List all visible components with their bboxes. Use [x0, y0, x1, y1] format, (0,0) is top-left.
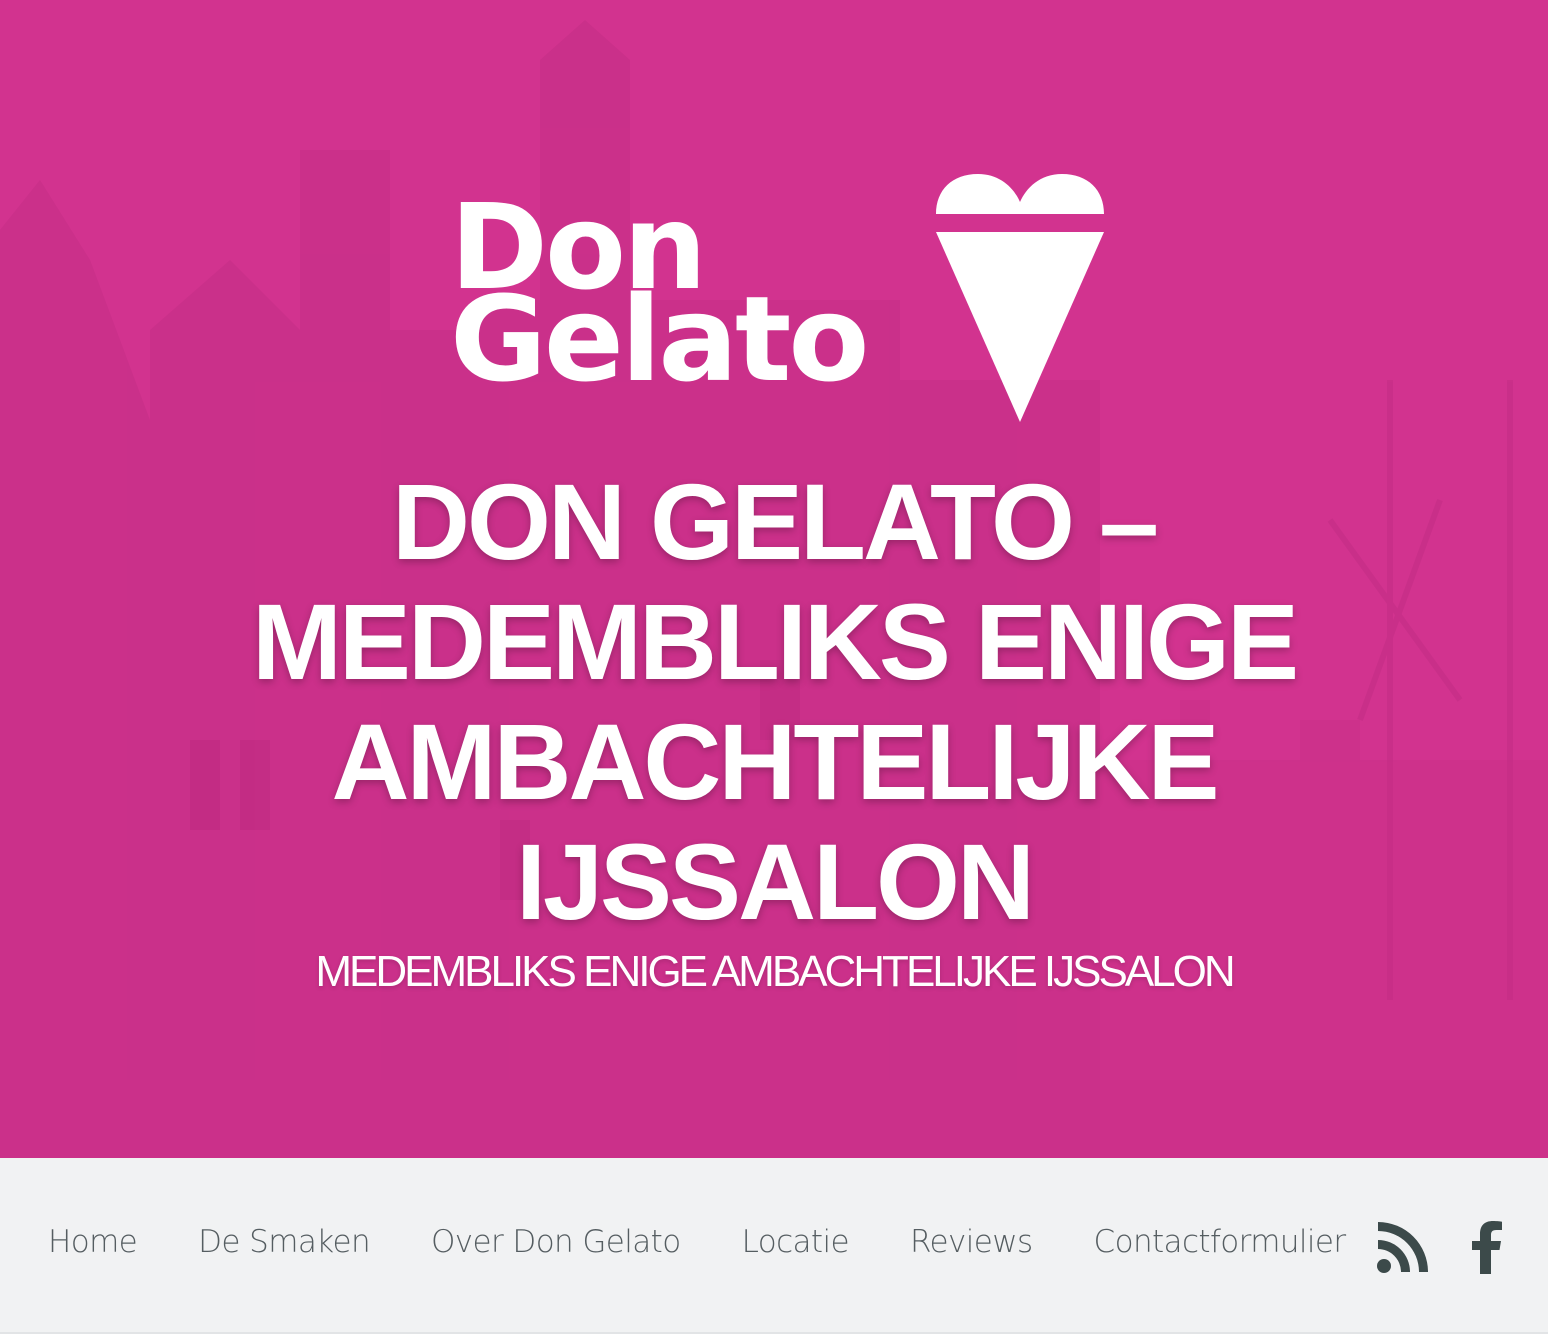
nav-menu: Home De Smaken Over Don Gelato Locatie R… — [48, 1220, 1407, 1264]
logo-text-line-2: Gelato — [450, 270, 869, 408]
nav-item-de-smaken[interactable]: De Smaken — [198, 1224, 370, 1260]
nav-item-reviews[interactable]: Reviews — [910, 1224, 1033, 1260]
site-tagline: MEDEMBLIKS ENIGE AMBACHTELIJKE IJSSALON — [315, 947, 1235, 996]
nav-item-contactformulier[interactable]: Contactformulier — [1094, 1224, 1347, 1260]
site-title[interactable]: DON GELATO – MEDEMBLIKS ENIGE AMBACHTELI… — [150, 462, 1398, 942]
don-gelato-logo[interactable]: Don Gelato — [450, 168, 1110, 428]
nav-item-locatie[interactable]: Locatie — [742, 1224, 850, 1260]
facebook-icon[interactable] — [1466, 1220, 1510, 1274]
nav-item-over-don-gelato[interactable]: Over Don Gelato — [431, 1224, 681, 1260]
rss-icon[interactable] — [1376, 1220, 1430, 1274]
hero-header: Don Gelato DON GELATO – MEDEMBLIKS ENIGE… — [0, 0, 1548, 1158]
nav-item-home[interactable]: Home — [48, 1224, 138, 1260]
ice-cream-heart-icon — [936, 174, 1104, 422]
main-navigation: Home De Smaken Over Don Gelato Locatie R… — [0, 1158, 1548, 1334]
